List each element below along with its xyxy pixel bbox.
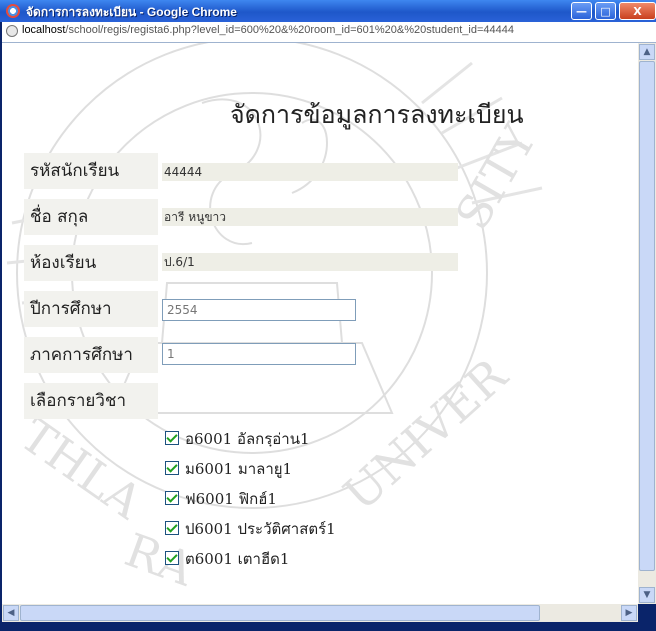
student-id-label: รหัสนักเรียน [24, 153, 158, 189]
scroll-right-icon[interactable]: ▶ [621, 605, 637, 621]
subject-checkbox-item[interactable]: อ6001 อัลกรฺอ่าน1 [165, 429, 310, 449]
horizontal-scroll-thumb[interactable] [20, 605, 540, 621]
scroll-up-icon[interactable]: ▲ [639, 44, 655, 60]
chrome-icon [6, 4, 20, 18]
watermark-letters-2: UNIVER [333, 347, 518, 521]
classroom-value: ป.6/1 [162, 253, 458, 271]
subject-checkbox-item[interactable]: ฟ6001 ฟิกฮ์1 [165, 489, 277, 509]
page-title: จัดการข้อมูลการลงทะเบียน [230, 100, 524, 129]
name-value: อารี หนูขาว [162, 208, 458, 226]
scroll-left-icon[interactable]: ◀ [3, 605, 19, 621]
page-content: SITY UNIVER THLA RA จัดการข้อมูลการลงทะเ… [2, 43, 638, 604]
vertical-scroll-thumb[interactable] [639, 61, 655, 571]
subject-checkbox-item[interactable]: ป6001 ประวัติศาสตร์1 [165, 519, 336, 539]
globe-icon [6, 25, 18, 37]
title-bar[interactable]: จัดการการลงทะเบียน - Google Chrome — □ X [0, 0, 656, 22]
checkbox[interactable] [165, 521, 179, 535]
window-title: จัดการการลงทะเบียน - Google Chrome [26, 5, 237, 19]
classroom-label: ห้องเรียน [24, 245, 158, 281]
close-button[interactable]: X [619, 2, 656, 20]
url-text[interactable]: localhost/school/regis/regista6.php?leve… [22, 24, 514, 36]
academic-year-field[interactable]: 2554 [162, 299, 356, 321]
url-host: localhost [22, 24, 66, 36]
vertical-scrollbar[interactable]: ▲ ▼ [638, 43, 656, 604]
address-bar[interactable]: localhost/school/regis/regista6.php?leve… [2, 22, 656, 43]
name-label: ชื่อ สกุล [24, 199, 158, 235]
subject-checkbox-item[interactable]: ม6001 มาลายู1 [165, 459, 292, 479]
semester-label: ภาคการศึกษา [24, 337, 158, 373]
horizontal-scrollbar[interactable]: ◀ ▶ [2, 604, 638, 622]
subject-label: ต6001 เตาฮีด1 [185, 550, 290, 568]
scroll-down-icon[interactable]: ▼ [639, 587, 655, 603]
subject-label: ฟ6001 ฟิกฮ์1 [185, 490, 277, 508]
minimize-button[interactable]: — [571, 2, 592, 20]
url-path: /school/regis/regista6.php?level_id=600%… [65, 24, 514, 36]
subject-label: ม6001 มาลายู1 [185, 460, 293, 478]
student-id-value: 44444 [162, 163, 458, 181]
checkbox[interactable] [165, 491, 179, 505]
checkbox[interactable] [165, 431, 179, 445]
browser-window: จัดการการลงทะเบียน - Google Chrome — □ X… [0, 0, 656, 631]
watermark-letters-3: THLA [11, 408, 153, 530]
maximize-button[interactable]: □ [595, 2, 616, 20]
subject-label: อ6001 อัลกรฺอ่าน1 [185, 430, 310, 448]
window-bottom-border [0, 622, 656, 631]
subject-checkbox-item[interactable]: ต6001 เตาฮีด1 [165, 549, 289, 569]
semester-field[interactable]: 1 [162, 343, 356, 365]
academic-year-label: ปีการศึกษา [24, 291, 158, 327]
subjects-label: เลือกรายวิชา [24, 383, 158, 419]
checkbox[interactable] [165, 461, 179, 475]
subject-label: ป6001 ประวัติศาสตร์1 [185, 520, 336, 538]
checkbox[interactable] [165, 551, 179, 565]
